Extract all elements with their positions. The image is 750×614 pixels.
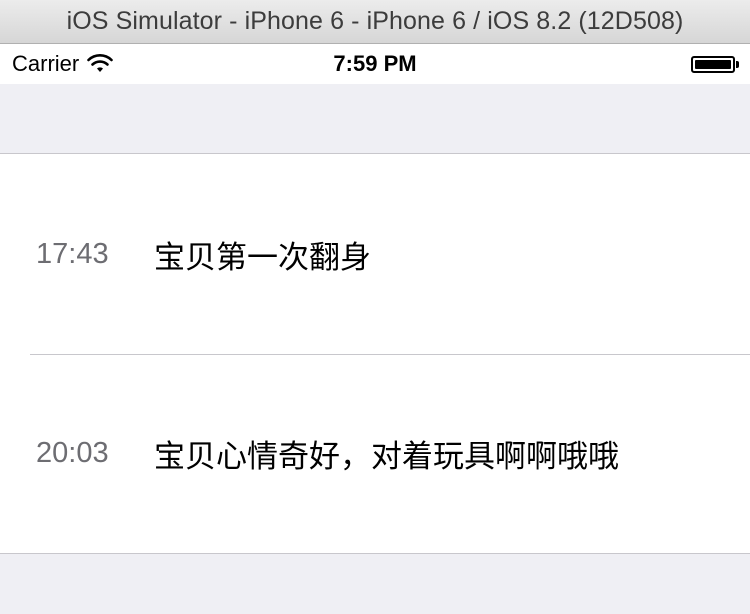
window-title: iOS Simulator - iPhone 6 - iPhone 6 / iO…: [66, 7, 684, 35]
table-footer-space: [0, 553, 750, 614]
row-text: 宝贝心情奇好，对着玩具啊啊哦哦: [154, 439, 619, 474]
battery-full-icon: [691, 56, 739, 73]
table-row[interactable]: 20:03 宝贝心情奇好，对着玩具啊啊哦哦: [0, 354, 750, 553]
table-row[interactable]: 17:43 宝贝第一次翻身: [0, 155, 750, 354]
timeline-table: 17:43 宝贝第一次翻身 20:03 宝贝心情奇好，对着玩具啊啊哦哦: [0, 155, 750, 553]
row-time: 20:03: [36, 437, 109, 469]
row-text: 宝贝第一次翻身: [154, 240, 371, 275]
ios-status-bar: Carrier 7:59 PM: [0, 44, 750, 84]
row-time: 17:43: [36, 238, 109, 270]
simulator-title-bar[interactable]: iOS Simulator - iPhone 6 - iPhone 6 / iO…: [0, 0, 750, 44]
status-time: 7:59 PM: [333, 51, 417, 76]
table-header-space: [0, 84, 750, 154]
simulator-window: iOS Simulator - iPhone 6 - iPhone 6 / iO…: [0, 0, 750, 614]
